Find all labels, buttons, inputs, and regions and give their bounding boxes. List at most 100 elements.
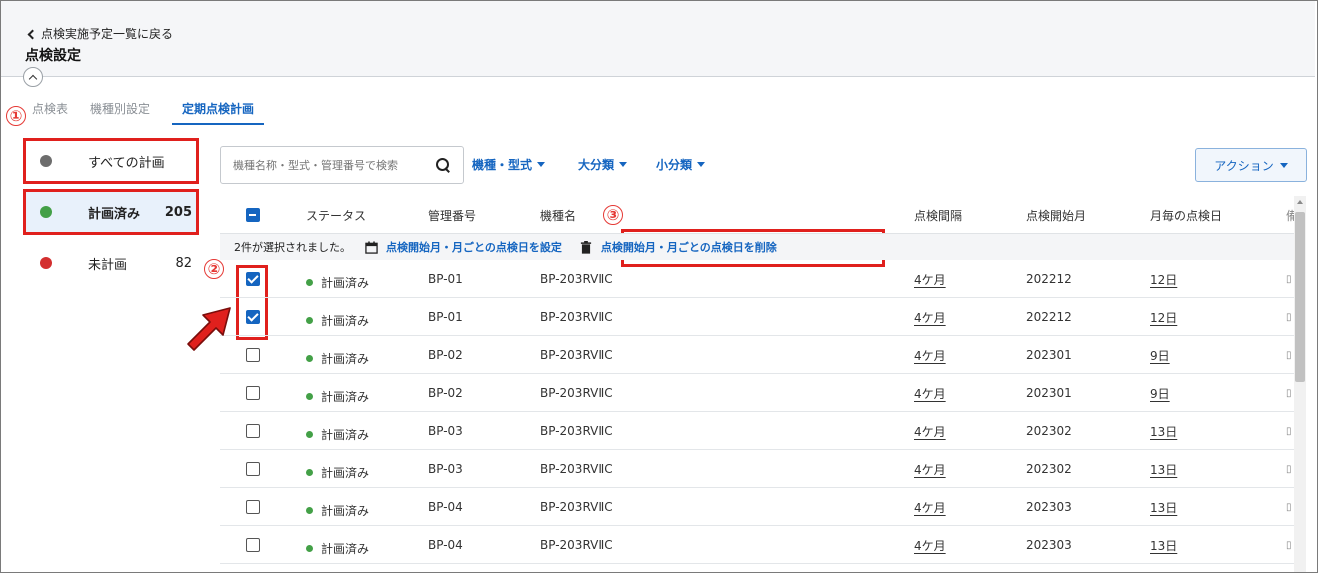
caret-down-icon xyxy=(537,162,546,167)
row-select-cell xyxy=(246,526,260,564)
column-header-code[interactable]: 管理番号 xyxy=(428,196,476,234)
notes-icon[interactable]: ▯ xyxy=(1286,412,1292,450)
table-row[interactable]: 計画済み BP-02 BP-203RVⅡC 4ケ月 202301 9日 ▯ xyxy=(220,374,1294,412)
interval-link[interactable]: 4ケ月 xyxy=(914,526,946,564)
tab-periodic-plan[interactable]: 定期点検計画 xyxy=(172,96,265,125)
start-month-cell: 202212 xyxy=(1026,310,1072,324)
row-checkbox[interactable] xyxy=(246,310,260,324)
selection-count-text: 2件が選択されました。 xyxy=(234,241,351,254)
filter-minor-category[interactable]: 小分類 xyxy=(656,156,706,173)
notes-icon[interactable]: ▯ xyxy=(1286,298,1292,336)
column-header-status[interactable]: ステータス xyxy=(306,196,366,234)
notes-icon[interactable]: ▯ xyxy=(1286,336,1292,374)
vertical-scrollbar-thumb[interactable] xyxy=(1295,212,1305,382)
model-cell: BP-203RVⅡC xyxy=(540,386,613,400)
bulk-action-bar: 2件が選択されました。 点検開始月・月ごとの点検日を設定 点検開始月・月ごとの点… xyxy=(220,234,1294,260)
status-dot-icon xyxy=(306,468,313,476)
monthly-day-link[interactable]: 12日 xyxy=(1150,260,1177,298)
table-row[interactable]: 計画済み BP-02 BP-203RVⅡC 4ケ月 202301 9日 ▯ xyxy=(220,336,1294,374)
code-cell: BP-03 xyxy=(428,424,463,438)
code-cell: BP-01 xyxy=(428,310,463,324)
monthly-day-link[interactable]: 9日 xyxy=(1150,374,1170,412)
monthly-day-link[interactable]: 13日 xyxy=(1150,412,1177,450)
table-row[interactable]: 計画済み BP-04 BP-203RVⅡC 4ケ月 202303 13日 ▯ xyxy=(220,488,1294,526)
notes-icon[interactable]: ▯ xyxy=(1286,526,1292,564)
status-text: 計画済み xyxy=(321,351,370,366)
model-cell: BP-203RVⅡC xyxy=(540,462,613,476)
filter-label: 機種・型式 xyxy=(472,158,533,172)
interval-link[interactable]: 4ケ月 xyxy=(914,412,946,450)
interval-link[interactable]: 4ケ月 xyxy=(914,374,946,412)
row-checkbox[interactable] xyxy=(246,424,260,438)
monthly-day-link[interactable]: 12日 xyxy=(1150,298,1177,336)
notes-icon[interactable]: ▯ xyxy=(1286,488,1292,526)
tab-bar: 点検表 機種別設定 定期点検計画 xyxy=(32,96,275,125)
row-checkbox[interactable] xyxy=(246,386,260,400)
notes-icon[interactable]: ▯ xyxy=(1286,260,1292,298)
set-schedule-button[interactable]: 点検開始月・月ごとの点検日を設定 xyxy=(365,239,562,255)
tab-inspection-sheet[interactable]: 点検表 xyxy=(32,96,79,125)
page-header: 点検実施予定一覧に戻る 点検設定 xyxy=(1,1,1315,77)
table-header: ステータス 管理番号 機種名 点検間隔 点検開始月 月毎の点検日 備 xyxy=(220,196,1294,234)
interval-link[interactable]: 4ケ月 xyxy=(914,450,946,488)
status-dot-icon xyxy=(306,316,313,324)
row-checkbox[interactable] xyxy=(246,272,260,286)
notes-icon[interactable]: ▯ xyxy=(1286,374,1292,412)
column-header-start-month[interactable]: 点検開始月 xyxy=(1026,196,1086,234)
status-cell: 計画済み xyxy=(306,450,369,488)
code-cell: BP-04 xyxy=(428,500,463,514)
filter-major-category[interactable]: 大分類 xyxy=(578,156,628,173)
status-cell: 計画済み xyxy=(306,336,369,374)
collapse-header-button[interactable] xyxy=(23,67,43,87)
model-cell: BP-203RVⅡC xyxy=(540,272,613,286)
caret-down-icon xyxy=(619,162,628,167)
code-cell: BP-04 xyxy=(428,538,463,552)
column-header-notes[interactable]: 備 xyxy=(1286,196,1294,234)
back-link[interactable]: 点検実施予定一覧に戻る xyxy=(25,25,173,42)
column-header-monthly-day[interactable]: 月毎の点検日 xyxy=(1150,196,1222,234)
interval-link[interactable]: 4ケ月 xyxy=(914,298,946,336)
search-icon[interactable] xyxy=(435,157,451,173)
monthly-day-link[interactable]: 9日 xyxy=(1150,336,1170,374)
action-button[interactable]: アクション xyxy=(1195,148,1307,182)
table-row[interactable]: 計画済み BP-01 BP-203RVⅡC 4ケ月 202212 12日 ▯ xyxy=(220,298,1294,336)
monthly-day-link[interactable]: 13日 xyxy=(1150,526,1177,564)
sidebar-item-unplanned[interactable]: 未計画 82 xyxy=(24,242,196,284)
row-checkbox[interactable] xyxy=(246,538,260,552)
table-row[interactable]: 計画済み BP-01 BP-203RVⅡC 4ケ月 202212 12日 ▯ xyxy=(220,260,1294,298)
code-cell: BP-01 xyxy=(428,272,463,286)
monthly-day-link[interactable]: 13日 xyxy=(1150,450,1177,488)
status-text: 計画済み xyxy=(321,541,370,556)
column-header-interval[interactable]: 点検間隔 xyxy=(914,196,962,234)
interval-link[interactable]: 4ケ月 xyxy=(914,488,946,526)
interval-link[interactable]: 4ケ月 xyxy=(914,260,946,298)
monthly-day-link[interactable]: 13日 xyxy=(1150,488,1177,526)
select-all-checkbox[interactable] xyxy=(246,208,260,222)
filter-model-type[interactable]: 機種・型式 xyxy=(472,156,546,173)
row-checkbox[interactable] xyxy=(246,462,260,476)
search-input[interactable] xyxy=(233,158,429,172)
model-cell: BP-203RVⅡC xyxy=(540,310,613,324)
sidebar-item-label: 未計画 xyxy=(88,257,128,273)
table-row[interactable]: 計画済み BP-04 BP-203RVⅡC 4ケ月 202303 13日 ▯ xyxy=(220,526,1294,564)
row-checkbox[interactable] xyxy=(246,348,260,362)
status-dot-icon xyxy=(306,506,313,514)
notes-icon[interactable]: ▯ xyxy=(1286,450,1292,488)
calendar-icon xyxy=(365,240,378,254)
table-row[interactable]: 計画済み BP-03 BP-203RVⅡC 4ケ月 202302 13日 ▯ xyxy=(220,412,1294,450)
scroll-up-arrow-icon[interactable] xyxy=(1297,200,1303,204)
status-dot-icon xyxy=(306,392,313,400)
row-select-cell xyxy=(246,412,260,450)
table-row[interactable]: 計画済み BP-03 BP-203RVⅡC 4ケ月 202302 13日 ▯ xyxy=(220,450,1294,488)
start-month-cell: 202302 xyxy=(1026,424,1072,438)
column-header-model[interactable]: 機種名 xyxy=(540,196,576,234)
row-checkbox[interactable] xyxy=(246,500,260,514)
tab-model-settings[interactable]: 機種別設定 xyxy=(90,96,161,125)
model-cell: BP-203RVⅡC xyxy=(540,538,613,552)
interval-link[interactable]: 4ケ月 xyxy=(914,336,946,374)
status-cell: 計画済み xyxy=(306,526,369,564)
code-cell: BP-02 xyxy=(428,386,463,400)
search-box xyxy=(220,146,464,184)
delete-schedule-button[interactable]: 点検開始月・月ごとの点検日を削除 xyxy=(580,239,777,255)
trash-icon xyxy=(580,240,591,254)
